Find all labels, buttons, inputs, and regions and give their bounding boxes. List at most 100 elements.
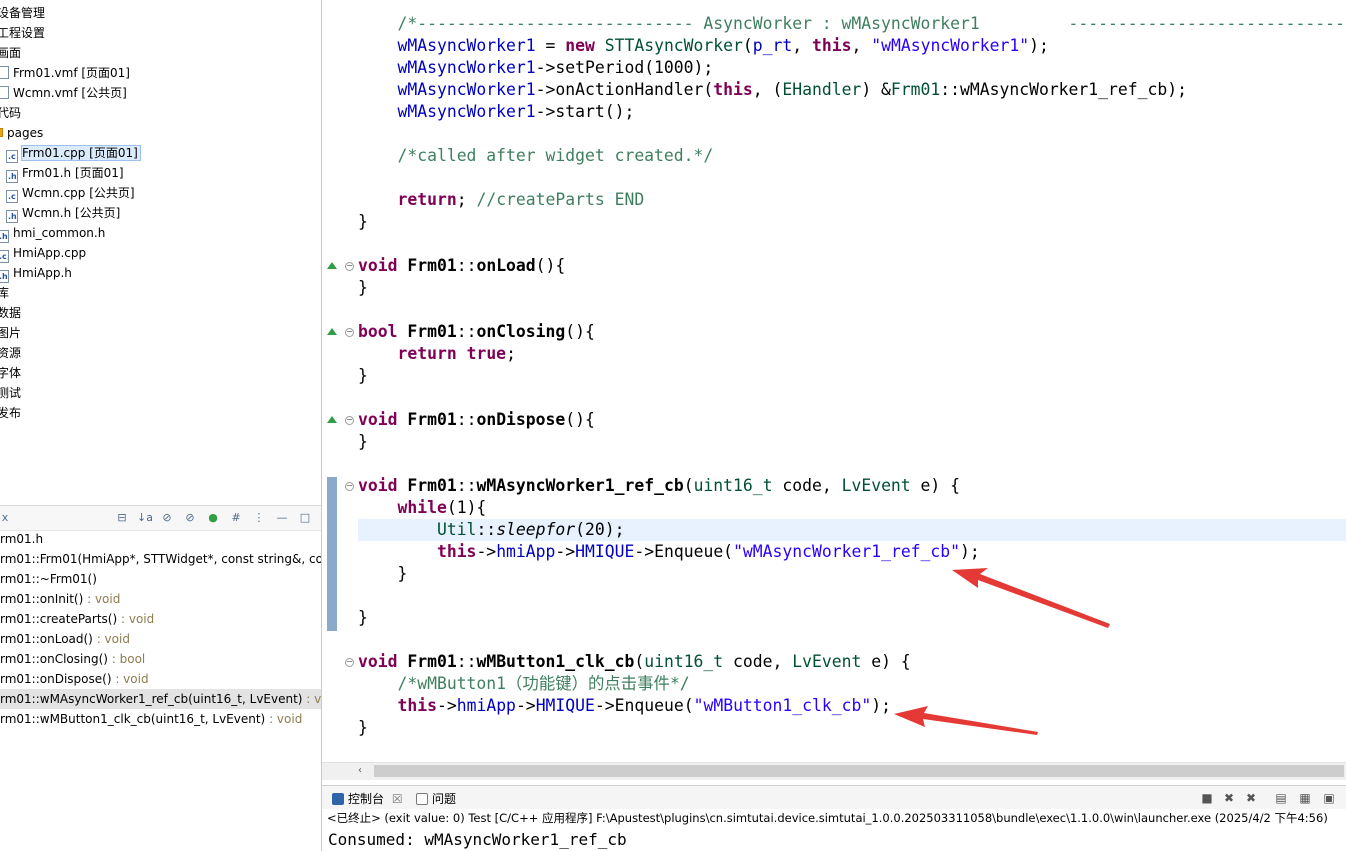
tree-item[interactable]: 字体 — [0, 363, 21, 383]
tree-item[interactable]: .h Frm01.h [页面01] — [6, 163, 124, 183]
code-line[interactable]: /*called after widget created.*/ — [358, 145, 1346, 167]
scrollbar-thumb[interactable] — [374, 765, 1344, 777]
sort-icon[interactable]: ↓a — [137, 511, 153, 525]
tree-item[interactable]: .c Frm01.cpp [页面01] — [6, 143, 141, 163]
tree-item[interactable]: 数据 — [0, 303, 21, 323]
code-line[interactable]: } — [358, 563, 1346, 585]
outline-item[interactable]: rm01::onInit() : void — [0, 589, 321, 609]
tree-item[interactable]: .c Wcmn.cpp [公共页] — [6, 183, 135, 203]
code-line[interactable] — [358, 387, 1346, 409]
code-line[interactable] — [358, 585, 1346, 607]
tree-item[interactable]: 发布 — [0, 403, 21, 423]
tab-problems[interactable]: 问题 — [416, 791, 456, 807]
fold-toggle-icon[interactable]: − — [345, 328, 354, 337]
code-line[interactable]: return; //createParts END — [358, 189, 1346, 211]
code-line[interactable]: wMAsyncWorker1->setPeriod(1000); — [358, 57, 1346, 79]
code-line[interactable]: Util::sleepfor(20); — [358, 519, 1346, 541]
code-line[interactable]: return true; — [358, 343, 1346, 365]
tree-item[interactable]: 画面 — [0, 43, 21, 63]
outline-item[interactable]: rm01::Frm01(HmiApp*, STTWidget*, const s… — [0, 549, 321, 569]
code-line[interactable]: wMAsyncWorker1 = new STTAsyncWorker(p_rt… — [358, 35, 1346, 57]
tree-item[interactable]: .h HmiApp.h — [0, 263, 72, 283]
outline-item-name: rm01::wMAsyncWorker1_ref_cb(uint16_t, Lv… — [0, 692, 303, 706]
horizontal-scrollbar[interactable]: ‹ — [322, 762, 1346, 780]
outline-item[interactable]: rm01::~Frm01() — [0, 569, 321, 589]
code-line[interactable]: this->hmiApp->HMIQUE->Enqueue("wMAsyncWo… — [358, 541, 1346, 563]
code-line[interactable]: bool Frm01::onClosing(){ — [358, 321, 1346, 343]
tab-close-icon[interactable]: ☒ — [392, 792, 403, 806]
fold-toggle-icon[interactable]: − — [345, 416, 354, 425]
tab-console[interactable]: 控制台 ☒ — [332, 791, 403, 807]
tree-item[interactable]: 工程设置 — [0, 23, 45, 43]
outline-item[interactable]: rm01::createParts() : void — [0, 609, 321, 629]
outline-item[interactable]: rm01.h — [0, 529, 321, 549]
code-line[interactable]: void Frm01::wMAsyncWorker1_ref_cb(uint16… — [358, 475, 1346, 497]
code-line[interactable]: void Frm01::wMButton1_clk_cb(uint16_t co… — [358, 651, 1346, 673]
menu-icon[interactable]: ⋮ — [252, 511, 266, 525]
tree-item[interactable]: .h hmi_common.h — [0, 223, 105, 243]
hide-nonpublic-icon[interactable]: ● — [206, 511, 220, 525]
code-line[interactable]: while(1){ — [358, 497, 1346, 519]
remove-launch-icon[interactable]: ✖ — [1222, 791, 1236, 805]
outline-item[interactable]: rm01::onClosing() : bool — [0, 649, 321, 669]
maximize-icon[interactable]: □ — [298, 511, 312, 525]
tree-item[interactable]: Frm01.vmf [页面01] — [0, 63, 130, 83]
hide-static-icon[interactable]: ⊘ — [183, 511, 197, 525]
outline-item[interactable]: rm01::wMButton1_clk_cb(uint16_t, LvEvent… — [0, 709, 321, 729]
code-line[interactable]: /*wMButton1（功能键）的点击事件*/ — [358, 673, 1346, 695]
tree-item[interactable]: pages — [0, 123, 43, 143]
tree-item[interactable]: .c HmiApp.cpp — [0, 243, 86, 263]
fold-toggle-icon[interactable]: − — [345, 262, 354, 271]
code-area[interactable]: /*---------------------------- AsyncWork… — [358, 13, 1346, 739]
code-line[interactable]: /*---------------------------- AsyncWork… — [358, 13, 1346, 35]
fold-toggle-icon[interactable]: − — [345, 482, 354, 491]
code-line[interactable]: this->hmiApp->HMIQUE->Enqueue("wMButton1… — [358, 695, 1346, 717]
code-token: this — [812, 36, 852, 55]
code-line[interactable]: wMAsyncWorker1->start(); — [358, 101, 1346, 123]
outline-item[interactable]: rm01::onLoad() : void — [0, 629, 321, 649]
tree-item[interactable]: 设备管理 — [0, 3, 45, 23]
code-line[interactable]: } — [358, 365, 1346, 387]
code-token: void — [358, 476, 398, 495]
outline-item[interactable]: rm01::wMAsyncWorker1_ref_cb(uint16_t, Lv… — [0, 689, 321, 709]
code-line[interactable] — [358, 123, 1346, 145]
collapse-all-icon[interactable]: ⊟ — [115, 511, 129, 525]
tree-item-label: hmi_common.h — [13, 226, 106, 240]
code-line[interactable] — [358, 629, 1346, 651]
pin-icon[interactable]: ▦ — [1298, 791, 1312, 805]
code-line[interactable]: } — [358, 277, 1346, 299]
tree-item[interactable]: 代码 — [0, 103, 21, 123]
code-line[interactable]: void Frm01::onLoad(){ — [358, 255, 1346, 277]
terminate-icon[interactable]: ■ — [1200, 791, 1214, 805]
scroll-left-icon[interactable]: ‹ — [358, 765, 370, 777]
remove-all-icon[interactable]: ✖ — [1244, 791, 1258, 805]
code-token: } — [358, 278, 368, 297]
display-console-icon[interactable]: ▣ — [1322, 791, 1336, 805]
code-line[interactable]: } — [358, 607, 1346, 629]
tree-item[interactable]: 图片 — [0, 323, 21, 343]
code-line[interactable] — [358, 167, 1346, 189]
minimize-icon[interactable]: — — [275, 511, 289, 525]
tree-item[interactable]: Wcmn.vmf [公共页] — [0, 83, 127, 103]
code-line[interactable]: void Frm01::onDispose(){ — [358, 409, 1346, 431]
code-line[interactable]: } — [358, 211, 1346, 233]
tree-item[interactable]: 测试 — [0, 383, 21, 403]
code-editor[interactable]: − − − − − /*---------------------------- Asy… — [322, 0, 1346, 762]
outline-item[interactable]: rm01::onDispose() : void — [0, 669, 321, 689]
code-line[interactable] — [358, 233, 1346, 255]
hide-fields-icon[interactable]: ⊘ — [160, 511, 174, 525]
code-line[interactable]: } — [358, 717, 1346, 739]
tree-item[interactable]: 资源 — [0, 343, 21, 363]
code-line[interactable] — [358, 453, 1346, 475]
focus-icon[interactable]: # — [229, 511, 243, 525]
tree-item[interactable]: 库 — [0, 283, 9, 303]
tree-item[interactable]: .h Wcmn.h [公共页] — [6, 203, 120, 223]
code-line[interactable] — [358, 299, 1346, 321]
scroll-lock-icon[interactable]: ▤ — [1274, 791, 1288, 805]
outline-close-icon[interactable]: x — [0, 511, 12, 525]
code-line[interactable]: } — [358, 431, 1346, 453]
fold-toggle-icon[interactable]: − — [345, 658, 354, 667]
code-line[interactable]: wMAsyncWorker1->onActionHandler(this, (E… — [358, 79, 1346, 101]
